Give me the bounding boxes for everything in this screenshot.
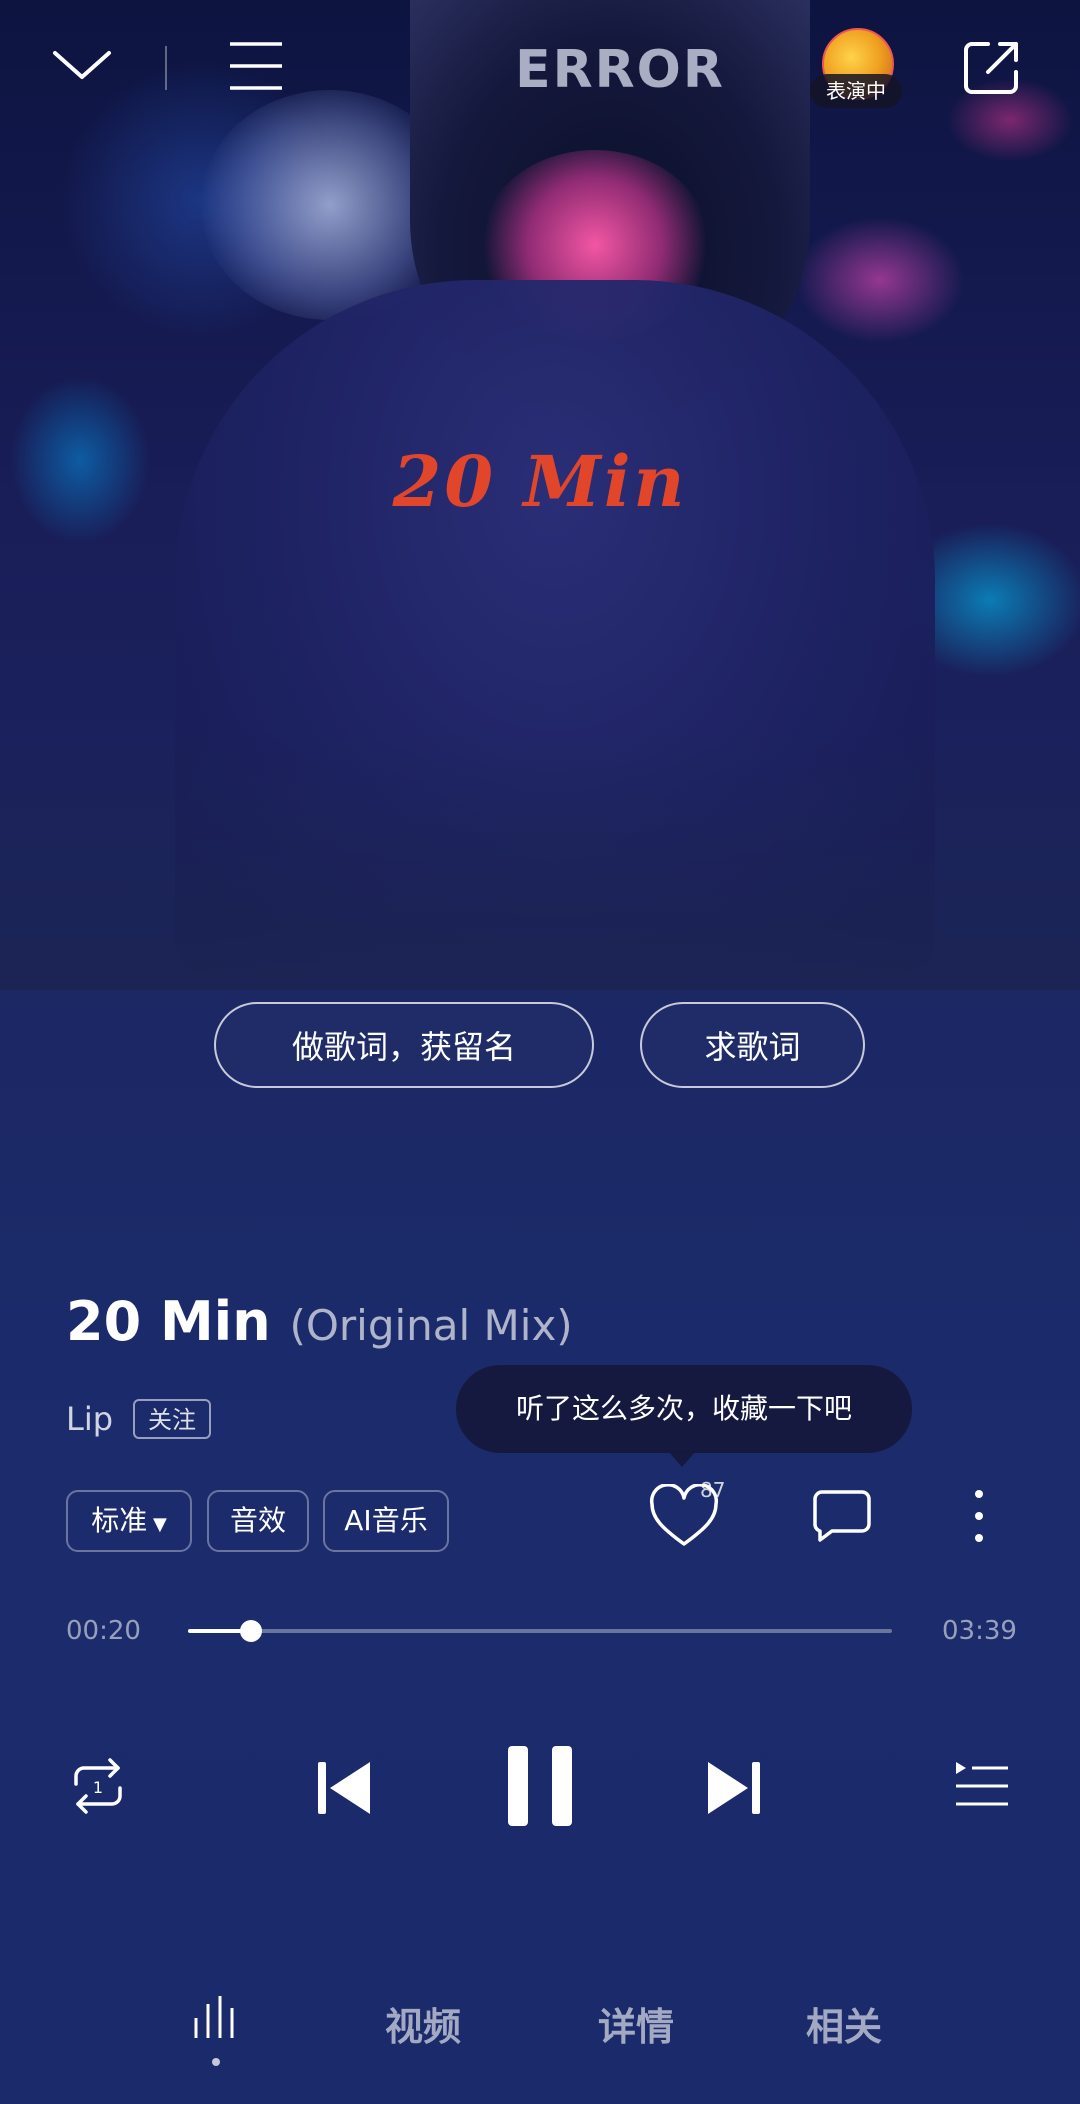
follow-button[interactable]: 关注 [133, 1399, 211, 1439]
tab-related[interactable]: 相关 [806, 1996, 882, 2051]
repeat-one-icon[interactable]: 1 [66, 1754, 130, 1818]
playlist-icon[interactable] [954, 1760, 1010, 1812]
menu-icon[interactable] [228, 40, 284, 92]
tab-detail[interactable]: 详情 [598, 1996, 674, 2051]
current-time: 00:20 [66, 1616, 141, 1646]
artist-name[interactable]: Lip [66, 1400, 113, 1438]
cover-fade [0, 730, 1080, 990]
comment-icon[interactable] [812, 1488, 872, 1544]
progress-thumb[interactable] [240, 1620, 263, 1642]
like-count: 87 [700, 1478, 726, 1502]
song-title-main: 20 Min [66, 1290, 271, 1353]
sound-effects-button[interactable]: 音效 [207, 1490, 309, 1552]
song-title: 20 Min (Original Mix) [66, 1290, 573, 1353]
cover-cap-text: ERROR [515, 40, 725, 100]
more-vertical-icon[interactable] [964, 1488, 994, 1544]
dropdown-arrow-icon: ▼ [147, 1514, 167, 1535]
progress-track[interactable] [188, 1629, 892, 1633]
svg-text:1: 1 [93, 1778, 103, 1797]
song-title-version: (Original Mix) [289, 1301, 573, 1350]
tab-video[interactable]: 视频 [385, 1996, 461, 2051]
request-lyrics-button[interactable]: 求歌词 [640, 1002, 865, 1088]
share-icon[interactable] [962, 38, 1022, 98]
equalizer-icon[interactable] [192, 1994, 242, 2040]
topbar-divider [165, 46, 167, 90]
total-time: 03:39 [942, 1616, 1017, 1646]
quality-label: 标准 [91, 1504, 148, 1537]
performing-badge: 表演中 [810, 74, 902, 108]
ai-music-button[interactable]: AI音乐 [323, 1490, 449, 1552]
favorite-tooltip: 听了这么多次，收藏一下吧 [456, 1365, 912, 1453]
skip-previous-icon[interactable] [316, 1758, 372, 1818]
cover-title: 20 Min [392, 440, 688, 523]
skip-next-icon[interactable] [706, 1758, 762, 1818]
make-lyrics-button[interactable]: 做歌词，获留名 [214, 1002, 594, 1088]
chevron-down-icon[interactable] [52, 50, 112, 80]
active-tab-indicator [212, 2058, 220, 2066]
pause-icon[interactable] [506, 1744, 574, 1828]
quality-select[interactable]: 标准 ▼ [66, 1490, 192, 1552]
tooltip-tail [668, 1451, 696, 1467]
